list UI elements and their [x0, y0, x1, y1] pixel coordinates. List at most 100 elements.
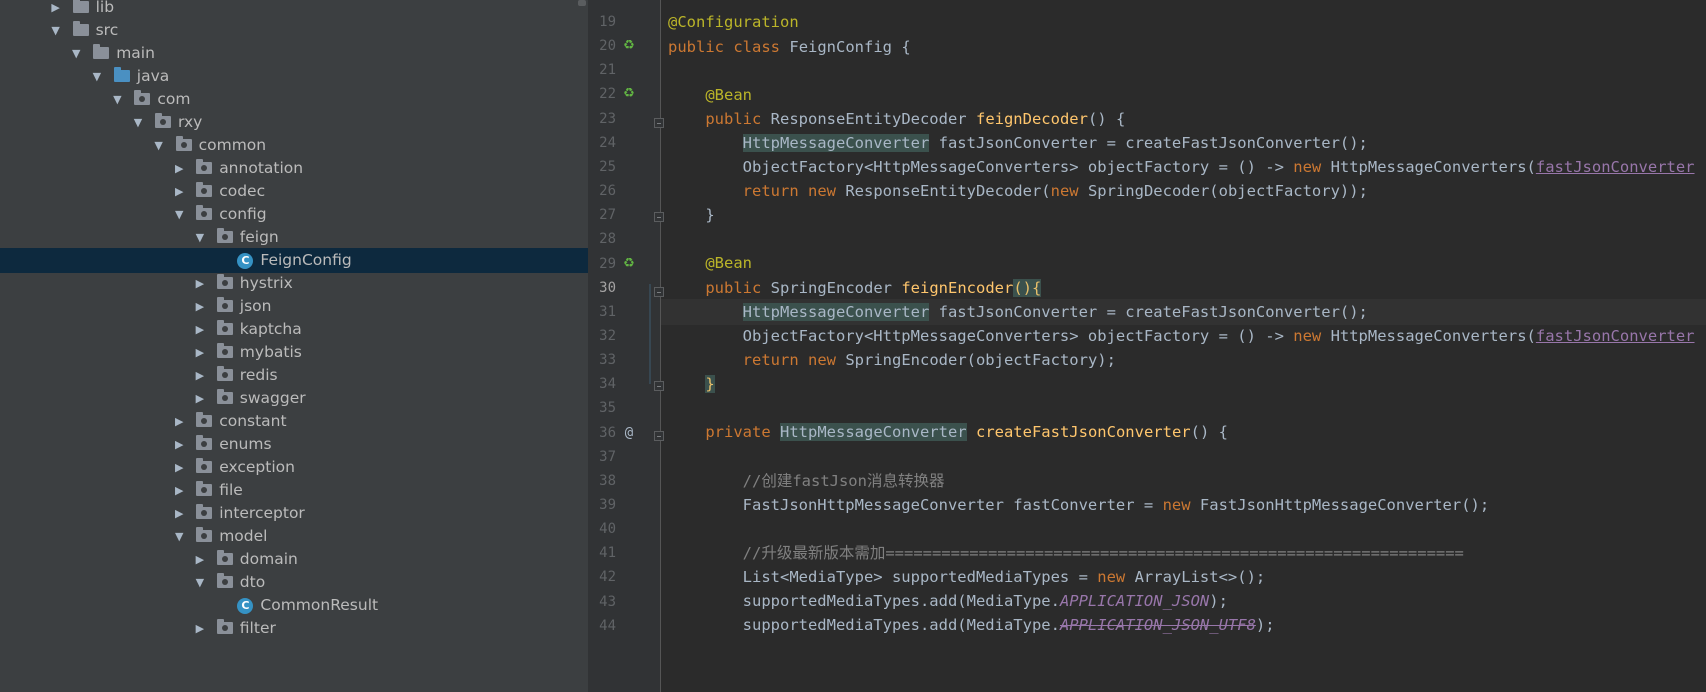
code-line-22[interactable]: @Bean: [668, 82, 752, 108]
line-number[interactable]: 34: [588, 371, 616, 397]
code-line-32[interactable]: ObjectFactory<HttpMessageConverters> obj…: [668, 323, 1695, 349]
line-number[interactable]: 26: [588, 178, 616, 204]
expand-arrow-icon[interactable]: ▶: [172, 179, 186, 204]
expand-arrow-icon[interactable]: ▶: [193, 616, 207, 641]
fold-marker-icon[interactable]: [654, 118, 664, 128]
expand-arrow-icon[interactable]: ▶: [193, 271, 207, 296]
spring-bean-icon[interactable]: ♻: [622, 251, 636, 277]
expand-arrow-icon[interactable]: ▶: [172, 409, 186, 434]
tree-item-interceptor[interactable]: ▶ interceptor: [0, 501, 588, 526]
tree-item-hystrix[interactable]: ▶ hystrix: [0, 271, 588, 296]
line-number[interactable]: 43: [588, 589, 616, 615]
tree-item-exception[interactable]: ▶ exception: [0, 455, 588, 480]
code-line-24[interactable]: HttpMessageConverter fastJsonConverter =…: [668, 130, 1368, 156]
expand-arrow-icon[interactable]: ▶: [172, 455, 186, 480]
code-line-20[interactable]: public class FeignConfig {: [668, 34, 911, 60]
expand-arrow-icon[interactable]: ▶: [172, 156, 186, 181]
collapse-arrow-icon[interactable]: ▼: [90, 64, 104, 89]
line-number[interactable]: 24: [588, 130, 616, 156]
tree-item-json[interactable]: ▶ json: [0, 294, 588, 319]
tree-item-feign[interactable]: ▼ feign: [0, 225, 588, 250]
tree-item-feignconfig[interactable]: C FeignConfig: [0, 248, 588, 273]
collapse-arrow-icon[interactable]: ▼: [172, 202, 186, 227]
tree-item-constant[interactable]: ▶ constant: [0, 409, 588, 434]
code-line-29[interactable]: @Bean: [668, 250, 752, 276]
line-number[interactable]: 36: [588, 420, 616, 446]
code-line-42[interactable]: List<MediaType> supportedMediaTypes = ne…: [668, 564, 1266, 590]
line-number[interactable]: 30: [588, 275, 616, 301]
line-number[interactable]: 25: [588, 154, 616, 180]
tree-item-common[interactable]: ▼ common: [0, 133, 588, 158]
tree-item-filter[interactable]: ▶ filter: [0, 616, 588, 641]
tree-scrollbar[interactable]: [578, 0, 586, 6]
code-line-26[interactable]: return new ResponseEntityDecoder(new Spr…: [668, 178, 1368, 204]
expand-arrow-icon[interactable]: ▶: [193, 547, 207, 572]
expand-arrow-icon[interactable]: ▶: [172, 432, 186, 457]
tree-item-main[interactable]: ▼ main: [0, 41, 588, 66]
tree-item-dto[interactable]: ▼ dto: [0, 570, 588, 595]
line-number[interactable]: 38: [588, 468, 616, 494]
code-line-41[interactable]: //升级最新版本需加==============================…: [668, 540, 1464, 566]
line-number[interactable]: 33: [588, 347, 616, 373]
code-line-19[interactable]: @Configuration: [668, 9, 799, 35]
tree-item-annotation[interactable]: ▶ annotation: [0, 156, 588, 181]
tree-item-commonresult[interactable]: C CommonResult: [0, 593, 588, 618]
tree-item-rxy[interactable]: ▼ rxy: [0, 110, 588, 135]
tree-item-model[interactable]: ▼ model: [0, 524, 588, 549]
line-number[interactable]: 28: [588, 226, 616, 252]
tree-item-file[interactable]: ▶ file: [0, 478, 588, 503]
line-number[interactable]: 20: [588, 33, 616, 59]
fold-marker-icon[interactable]: [654, 431, 664, 441]
tree-item-domain[interactable]: ▶ domain: [0, 547, 588, 572]
code-line-30[interactable]: public SpringEncoder feignEncoder(){: [668, 275, 1042, 301]
spring-bean-icon[interactable]: ♻: [622, 33, 636, 59]
line-number[interactable]: 42: [588, 564, 616, 590]
tree-item-mybatis[interactable]: ▶ mybatis: [0, 340, 588, 365]
collapse-arrow-icon[interactable]: ▼: [69, 41, 83, 66]
expand-arrow-icon[interactable]: ▶: [193, 340, 207, 365]
collapse-arrow-icon[interactable]: ▼: [193, 570, 207, 595]
line-number[interactable]: 39: [588, 492, 616, 518]
tree-item-java[interactable]: ▼ java: [0, 64, 588, 89]
code-line-43[interactable]: supportedMediaTypes.add(MediaType.APPLIC…: [668, 588, 1228, 614]
expand-arrow-icon[interactable]: ▶: [49, 0, 63, 20]
code-line-23[interactable]: public ResponseEntityDecoder feignDecode…: [668, 106, 1125, 132]
code-line-31[interactable]: HttpMessageConverter fastJsonConverter =…: [668, 299, 1368, 325]
spring-bean-icon[interactable]: ♻: [622, 81, 636, 107]
tree-item-enums[interactable]: ▶ enums: [0, 432, 588, 457]
expand-arrow-icon[interactable]: ▶: [193, 294, 207, 319]
line-number[interactable]: 27: [588, 202, 616, 228]
expand-arrow-icon[interactable]: ▶: [193, 363, 207, 388]
vcs-change-marker[interactable]: [649, 284, 651, 384]
expand-arrow-icon[interactable]: ▶: [172, 478, 186, 503]
collapse-arrow-icon[interactable]: ▼: [110, 87, 124, 112]
code-line-34[interactable]: }: [668, 371, 715, 397]
line-number[interactable]: 41: [588, 540, 616, 566]
line-number[interactable]: 32: [588, 323, 616, 349]
tree-item-config[interactable]: ▼ config: [0, 202, 588, 227]
code-line-38[interactable]: //创建fastJson消息转换器: [668, 468, 945, 494]
expand-arrow-icon[interactable]: ▶: [193, 317, 207, 342]
line-number[interactable]: 37: [588, 444, 616, 470]
collapse-arrow-icon[interactable]: ▼: [172, 524, 186, 549]
code-line-44[interactable]: supportedMediaTypes.add(MediaType.APPLIC…: [668, 612, 1275, 638]
tree-item-src[interactable]: ▼ src: [0, 18, 588, 43]
at-icon[interactable]: @: [622, 420, 636, 446]
fold-marker-icon[interactable]: [654, 287, 664, 297]
code-line-25[interactable]: ObjectFactory<HttpMessageConverters> obj…: [668, 154, 1695, 180]
collapse-arrow-icon[interactable]: ▼: [131, 110, 145, 135]
line-number[interactable]: 29: [588, 251, 616, 277]
line-number[interactable]: 40: [588, 516, 616, 542]
line-number[interactable]: 22: [588, 81, 616, 107]
line-number[interactable]: 35: [588, 395, 616, 421]
line-number[interactable]: 19: [588, 9, 616, 35]
code-line-39[interactable]: FastJsonHttpMessageConverter fastConvert…: [668, 492, 1490, 518]
code-line-27[interactable]: }: [668, 202, 714, 228]
fold-marker-icon[interactable]: [654, 381, 664, 391]
collapse-arrow-icon[interactable]: ▼: [49, 18, 63, 43]
tree-item-codec[interactable]: ▶ codec: [0, 179, 588, 204]
collapse-arrow-icon[interactable]: ▼: [193, 225, 207, 250]
tree-item-redis[interactable]: ▶ redis: [0, 363, 588, 388]
fold-marker-icon[interactable]: [654, 212, 664, 222]
code-editor[interactable]: 19 20 ♻ 21 22 ♻ 23 24 25 26 27 28 29 ♻ 30 31 32 33 34 35 36 @…: [588, 0, 1706, 692]
